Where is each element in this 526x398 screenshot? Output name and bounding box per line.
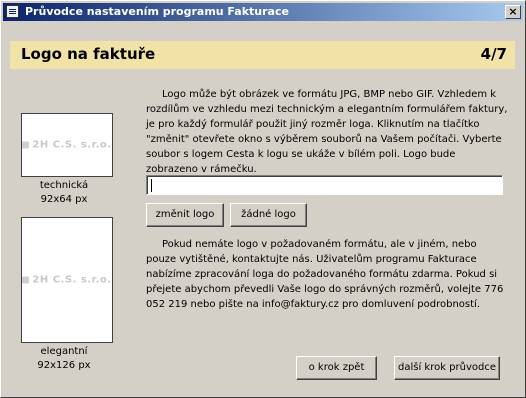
wizard-window: Průvodce nastavením programu Fakturace ×… (0, 0, 526, 398)
logo-text-technical: 2H C.S. s.r.o. (32, 139, 112, 151)
contact-text: Pokud nemáte logo v požadovaném formátu,… (146, 239, 504, 310)
title-bar[interactable]: Průvodce nastavením programu Fakturace × (3, 3, 523, 21)
close-button[interactable]: × (505, 5, 521, 19)
text-caret (151, 179, 152, 192)
logo-path-input[interactable] (146, 175, 503, 195)
step-counter: 4/7 (480, 45, 507, 63)
logo-preview-elegant: 2H C.S. s.r.o. (21, 217, 113, 343)
next-step-button[interactable]: další krok průvodce (394, 356, 500, 380)
caption-elegant-name: elegantní (40, 346, 88, 357)
change-logo-button[interactable]: změnit logo (146, 203, 224, 227)
logo-preview-technical: 2H C.S. s.r.o. (21, 113, 113, 177)
step-header: Logo na faktuře 4/7 (10, 41, 515, 69)
instructions-text: Logo může být obrázek ve formátu JPG, BM… (146, 89, 508, 175)
logo-text-elegant: 2H C.S. s.r.o. (32, 274, 112, 286)
caption-technical: technická 92x64 px (21, 179, 107, 207)
back-button[interactable]: o krok zpět (296, 356, 377, 380)
caption-technical-name: technická (39, 180, 89, 191)
logo-mark-icon (22, 141, 30, 148)
app-icon (6, 5, 19, 18)
window-title: Průvodce nastavením programu Fakturace (25, 5, 289, 18)
no-logo-button[interactable]: žádné logo (230, 203, 307, 227)
logo-mark-icon (22, 276, 30, 283)
caption-elegant-size: 92x126 px (37, 360, 91, 371)
step-title: Logo na faktuře (21, 45, 156, 63)
caption-elegant: elegantní 92x126 px (21, 345, 107, 373)
caption-technical-size: 92x64 px (40, 194, 88, 205)
